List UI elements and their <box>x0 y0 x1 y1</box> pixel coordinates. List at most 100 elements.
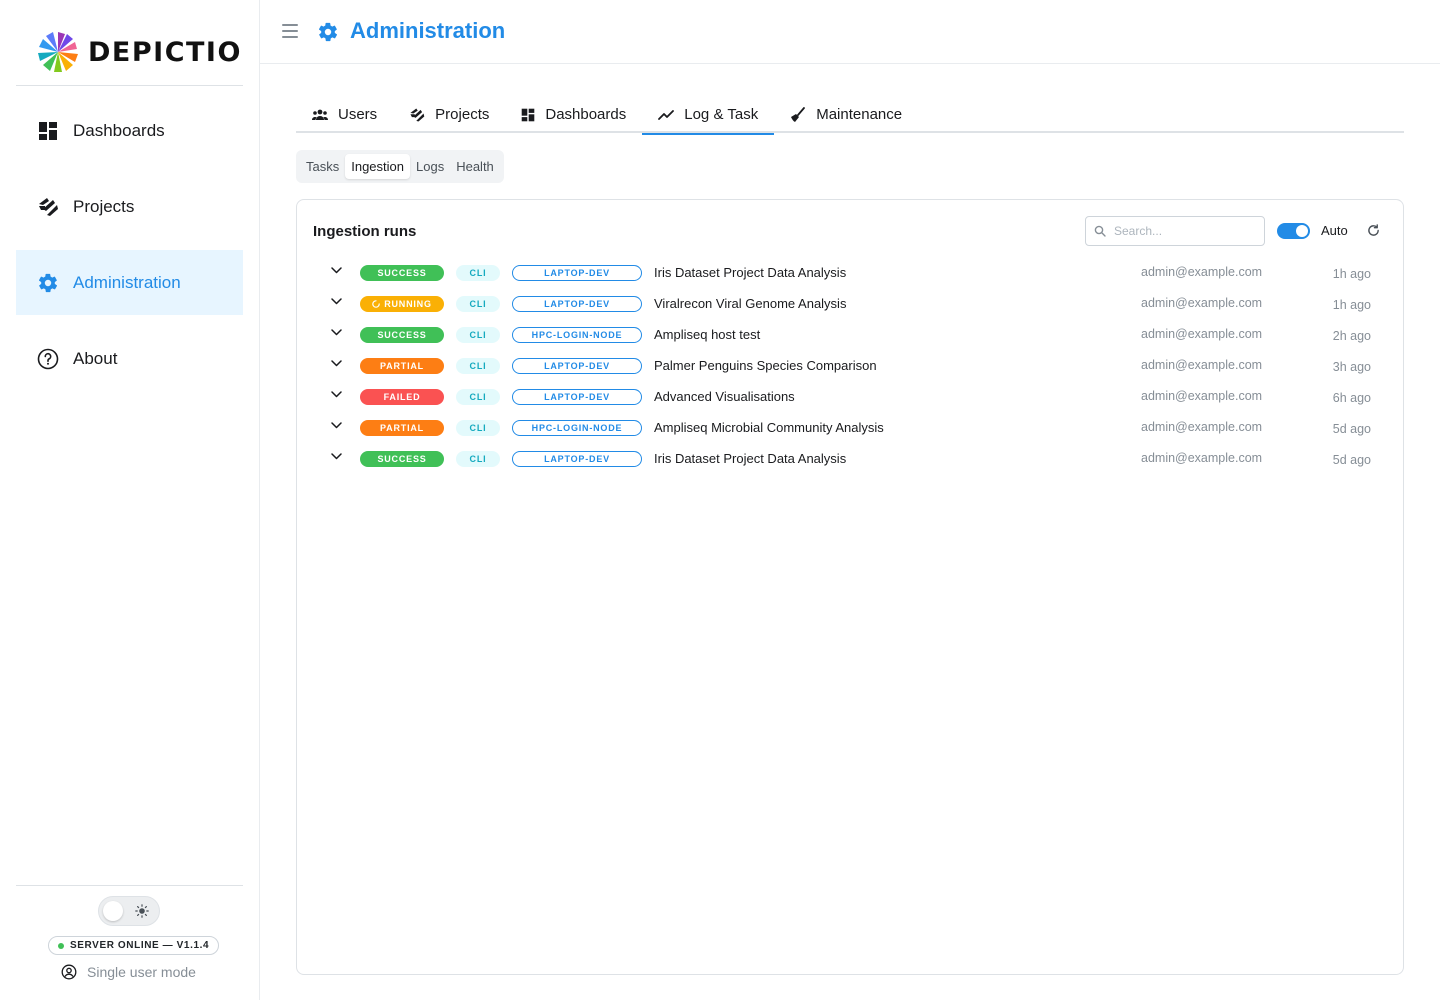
sidebar-divider <box>16 85 243 86</box>
run-user: admin@example.com <box>1141 327 1263 341</box>
projects-icon <box>37 196 59 218</box>
status-badge: FAILED <box>360 389 444 405</box>
run-user: admin@example.com <box>1141 296 1263 310</box>
chart-line-icon <box>658 109 675 120</box>
run-user: admin@example.com <box>1141 265 1263 279</box>
theme-toggle-knob <box>103 901 123 921</box>
broom-icon <box>791 106 806 122</box>
status-badge: SUCCESS <box>360 265 444 281</box>
tab-label: Dashboards <box>545 106 627 123</box>
gear-icon <box>318 22 338 42</box>
run-name: Advanced Visualisations <box>654 389 795 404</box>
search-box[interactable] <box>1085 216 1265 246</box>
theme-toggle[interactable] <box>98 896 160 926</box>
chevron-down-icon[interactable] <box>331 422 342 429</box>
tab-maintenance[interactable]: Maintenance <box>774 96 918 133</box>
sidebar-divider <box>16 885 243 886</box>
table-row[interactable]: FAILED CLI LAPTOP-DEV Advanced Visualisa… <box>297 382 1403 412</box>
server-status-text: SERVER ONLINE — V1.1.4 <box>70 940 210 951</box>
table-row[interactable]: SUCCESS CLI HPC-LOGIN-NODE Ampliseq host… <box>297 320 1403 350</box>
chevron-down-icon[interactable] <box>331 267 342 274</box>
auto-refresh-switch[interactable] <box>1277 223 1310 239</box>
search-icon <box>1094 225 1106 237</box>
run-time: 6h ago <box>1332 391 1371 405</box>
host-badge: HPC-LOGIN-NODE <box>512 420 642 436</box>
help-circle-icon <box>37 348 59 370</box>
run-time: 3h ago <box>1332 360 1371 374</box>
host-badge: LAPTOP-DEV <box>512 296 642 312</box>
projects-icon <box>410 107 425 122</box>
run-user: admin@example.com <box>1141 358 1263 372</box>
card-title: Ingestion runs <box>313 223 417 240</box>
page-header: Administration <box>260 0 1440 64</box>
table-row[interactable]: PARTIAL CLI LAPTOP-DEV Palmer Penguins S… <box>297 351 1403 381</box>
log-task-subtabs: Tasks Ingestion Logs Health <box>296 150 504 183</box>
tab-users[interactable]: Users <box>296 96 393 133</box>
users-icon <box>312 109 328 120</box>
host-badge: LAPTOP-DEV <box>512 389 642 405</box>
tab-log-task[interactable]: Log & Task <box>642 96 775 135</box>
tab-label: Maintenance <box>816 106 903 123</box>
run-time: 5d ago <box>1332 453 1371 467</box>
run-user: admin@example.com <box>1141 389 1263 403</box>
host-badge: HPC-LOGIN-NODE <box>512 327 642 343</box>
run-user: admin@example.com <box>1141 451 1263 465</box>
host-badge: LAPTOP-DEV <box>512 265 642 281</box>
run-time: 1h ago <box>1332 298 1371 312</box>
user-circle-icon <box>61 964 77 980</box>
chevron-down-icon[interactable] <box>331 453 342 460</box>
page-title: Administration <box>350 18 506 43</box>
loader-icon <box>372 300 380 308</box>
subtab-ingestion[interactable]: Ingestion <box>345 154 410 179</box>
sun-icon <box>135 904 149 918</box>
run-time: 1h ago <box>1332 267 1371 281</box>
sidebar: DEPICTIO Dashboards Projects Administrat… <box>0 0 260 1000</box>
table-row[interactable]: PARTIAL CLI HPC-LOGIN-NODE Ampliseq Micr… <box>297 413 1403 443</box>
status-badge-text: RUNNING <box>384 299 432 309</box>
run-name: Iris Dataset Project Data Analysis <box>654 265 847 280</box>
chevron-down-icon[interactable] <box>331 391 342 398</box>
sidebar-item-projects[interactable]: Projects <box>16 174 243 239</box>
user-mode-text: Single user mode <box>87 964 196 980</box>
host-badge: LAPTOP-DEV <box>512 451 642 467</box>
table-row[interactable]: SUCCESS CLI LAPTOP-DEV Iris Dataset Proj… <box>297 258 1403 288</box>
run-name: Iris Dataset Project Data Analysis <box>654 451 847 466</box>
tab-projects[interactable]: Projects <box>393 96 505 133</box>
source-badge: CLI <box>456 420 500 436</box>
run-time: 5d ago <box>1332 422 1371 436</box>
ingestion-runs-card: Ingestion runs Auto SUCCESS CLI LAPTOP-D… <box>296 199 1404 975</box>
table-row[interactable]: RUNNING CLI LAPTOP-DEV Viralrecon Viral … <box>297 289 1403 319</box>
gear-icon <box>37 272 59 294</box>
source-badge: CLI <box>456 265 500 281</box>
brand-name: DEPICTIO <box>88 36 242 68</box>
dashboard-icon <box>37 120 59 142</box>
tab-label: Log & Task <box>684 106 759 123</box>
refresh-icon[interactable] <box>1367 224 1380 237</box>
subtab-tasks[interactable]: Tasks <box>300 154 345 179</box>
status-badge: SUCCESS <box>360 451 444 467</box>
sidebar-nav: Dashboards Projects Administration About <box>16 98 243 402</box>
subtab-logs[interactable]: Logs <box>410 154 450 179</box>
brand-logo[interactable]: DEPICTIO <box>36 30 242 74</box>
menu-burger-icon[interactable] <box>282 24 298 42</box>
chevron-down-icon[interactable] <box>331 329 342 336</box>
sidebar-item-label: Projects <box>73 196 135 216</box>
sidebar-item-dashboards[interactable]: Dashboards <box>16 98 243 163</box>
admin-tabs: Users Projects Dashboards Log & Task Mai… <box>296 96 1404 135</box>
tab-dashboards[interactable]: Dashboards <box>505 96 642 133</box>
sidebar-item-about[interactable]: About <box>16 326 243 391</box>
run-name: Palmer Penguins Species Comparison <box>654 358 877 373</box>
chevron-down-icon[interactable] <box>331 360 342 367</box>
tab-label: Users <box>338 106 378 123</box>
chevron-down-icon[interactable] <box>331 298 342 305</box>
host-badge: LAPTOP-DEV <box>512 358 642 374</box>
subtab-health[interactable]: Health <box>450 154 500 179</box>
auto-refresh-label: Auto <box>1321 223 1348 238</box>
status-badge: SUCCESS <box>360 327 444 343</box>
sidebar-item-administration[interactable]: Administration <box>16 250 243 315</box>
search-input[interactable] <box>1114 224 1254 238</box>
source-badge: CLI <box>456 327 500 343</box>
table-row[interactable]: SUCCESS CLI LAPTOP-DEV Iris Dataset Proj… <box>297 444 1403 474</box>
run-name: Viralrecon Viral Genome Analysis <box>654 296 847 311</box>
sidebar-item-label: About <box>73 348 118 368</box>
